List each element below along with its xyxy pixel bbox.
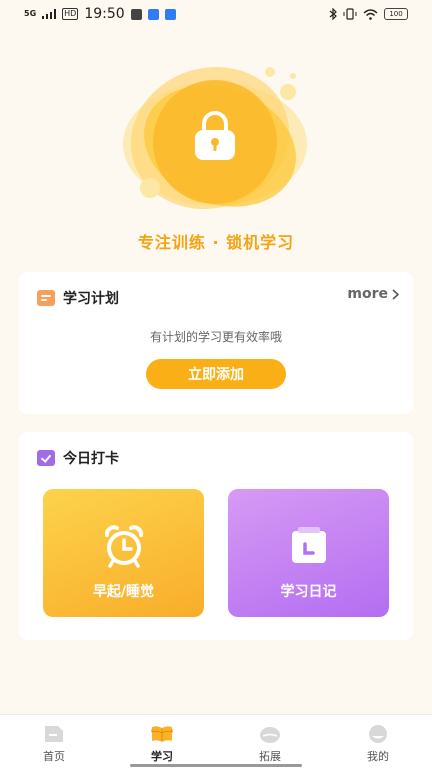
study-diary-label: 学习日记: [280, 584, 337, 600]
profile-face-icon: [369, 725, 387, 743]
calendar-check-icon: [37, 450, 55, 466]
tab-profile[interactable]: 我的: [324, 715, 432, 768]
status-bar: 5G HD 19:50 100: [0, 0, 432, 28]
lock-blob-illustration: [123, 66, 307, 210]
signal-indicator: 5G: [24, 9, 37, 18]
tab-study[interactable]: 学习: [108, 715, 216, 768]
signal-bars-icon: [42, 9, 57, 19]
hero-illustration: [0, 62, 432, 222]
home-doc-icon: [45, 726, 63, 742]
status-right: 100: [329, 8, 408, 20]
open-book-icon: [151, 726, 173, 742]
tab-home[interactable]: 首页: [0, 715, 108, 768]
checkin-header: 今日打卡: [37, 448, 119, 468]
study-plan-header: 学习计划: [37, 288, 119, 308]
message-icon: [130, 8, 142, 20]
study-plan-card: 学习计划 more 有计划的学习更有效率哦 立即添加: [19, 272, 413, 414]
tab-study-label: 学习: [151, 750, 173, 763]
chevron-right-icon: [392, 288, 399, 300]
today-checkin-card: 今日打卡 早起/睡觉 学习日记: [19, 432, 413, 640]
wake-sleep-tile[interactable]: 早起/睡觉: [43, 489, 204, 617]
checkin-title: 今日打卡: [63, 451, 119, 467]
study-diary-tile[interactable]: 学习日记: [228, 489, 389, 617]
explore-icon: [260, 727, 280, 743]
add-plan-button[interactable]: 立即添加: [146, 359, 286, 389]
more-label: more: [347, 286, 388, 302]
tab-explore[interactable]: 拓展: [216, 715, 324, 768]
home-indicator: [130, 764, 302, 767]
bottom-tab-bar: 首页 学习 拓展 我的: [0, 714, 432, 768]
tab-home-label: 首页: [43, 750, 65, 763]
plan-hint: 有计划的学习更有效率哦: [149, 330, 282, 344]
status-left: 5G HD 19:50: [24, 6, 176, 22]
status-time: 19:50: [84, 6, 125, 22]
bluetooth-icon: [329, 8, 337, 20]
more-link[interactable]: more: [347, 286, 399, 302]
wifi-icon: [363, 8, 378, 20]
app-notification-icon-2: [164, 8, 176, 20]
vibrate-icon: [343, 8, 357, 20]
app-notification-icon: [147, 8, 159, 20]
calendar-clock-icon: [291, 527, 326, 563]
tab-explore-label: 拓展: [259, 750, 281, 763]
hd-badge: HD: [62, 8, 79, 20]
tagline: 专注训练 · 锁机学习: [137, 233, 295, 252]
battery-indicator: 100: [384, 8, 408, 20]
wake-sleep-label: 早起/睡觉: [92, 584, 155, 600]
tab-profile-label: 我的: [367, 750, 389, 763]
plan-list-icon: [37, 290, 55, 306]
study-plan-title: 学习计划: [63, 291, 119, 307]
alarm-clock-icon: [104, 525, 143, 568]
